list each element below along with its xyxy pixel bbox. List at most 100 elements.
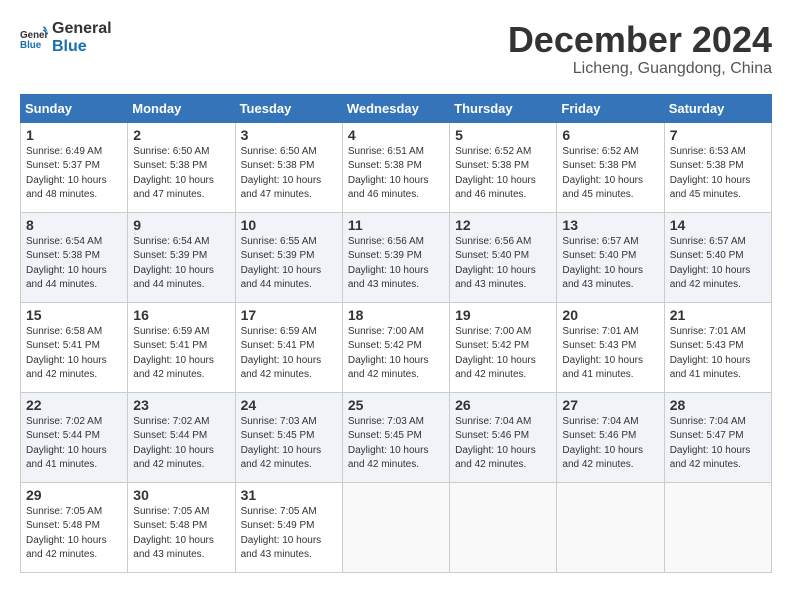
day-info: Sunrise: 6:57 AM Sunset: 5:40 PM Dayligh… xyxy=(670,235,766,293)
day-number: 19 xyxy=(455,307,551,323)
day-number: 7 xyxy=(670,127,766,143)
calendar-cell: 3Sunrise: 6:50 AM Sunset: 5:38 PM Daylig… xyxy=(235,122,342,212)
calendar-cell: 25 Sunrise: 7:03 AM Sunset: 5:45 PM Dayli… xyxy=(342,392,449,482)
day-info: Sunrise: 7:03 AM Sunset: 5:45 PM Dayligh… xyxy=(348,415,444,473)
day-info: Sunrise: 6:50 AM Sunset: 5:38 PM Dayligh… xyxy=(241,145,337,203)
day-info: Sunrise: 7:05 AM Sunset: 5:49 PM Dayligh… xyxy=(241,505,337,563)
day-info: Sunrise: 7:03 AM Sunset: 5:45 PM Dayligh… xyxy=(241,415,337,473)
day-number: 9 xyxy=(133,217,229,233)
day-info: Sunrise: 6:59 AM Sunset: 5:41 PM Dayligh… xyxy=(133,325,229,383)
month-title: December 2024 xyxy=(508,20,772,60)
day-number: 4 xyxy=(348,127,444,143)
calendar-cell xyxy=(342,482,449,572)
day-info: Sunrise: 7:01 AM Sunset: 5:43 PM Dayligh… xyxy=(562,325,658,383)
calendar-cell: 11 Sunrise: 6:56 AM Sunset: 5:39 PM Dayli… xyxy=(342,212,449,302)
calendar-cell: 20Sunrise: 7:01 AM Sunset: 5:43 PM Dayli… xyxy=(557,302,664,392)
day-info: Sunrise: 7:04 AM Sunset: 5:46 PM Dayligh… xyxy=(455,415,551,473)
calendar-cell: 16Sunrise: 6:59 AM Sunset: 5:41 PM Dayli… xyxy=(128,302,235,392)
day-number: 24 xyxy=(241,397,337,413)
day-number: 11 xyxy=(348,217,444,233)
col-wednesday: Wednesday xyxy=(342,94,449,122)
logo-icon: General Blue xyxy=(20,24,48,52)
calendar-cell: 10 Sunrise: 6:55 AM Sunset: 5:39 PM Dayli… xyxy=(235,212,342,302)
calendar-week-4: 22 Sunrise: 7:02 AM Sunset: 5:44 PM Dayli… xyxy=(21,392,772,482)
day-info: Sunrise: 6:55 AM Sunset: 5:39 PM Dayligh… xyxy=(241,235,337,293)
day-number: 8 xyxy=(26,217,122,233)
day-info: Sunrise: 7:00 AM Sunset: 5:42 PM Dayligh… xyxy=(455,325,551,383)
calendar-cell xyxy=(557,482,664,572)
day-number: 23 xyxy=(133,397,229,413)
calendar-cell: 15 Sunrise: 6:58 AM Sunset: 5:41 PM Dayli… xyxy=(21,302,128,392)
day-info: Sunrise: 6:52 AM Sunset: 5:38 PM Dayligh… xyxy=(455,145,551,203)
day-info: Sunrise: 7:05 AM Sunset: 5:48 PM Dayligh… xyxy=(133,505,229,563)
day-info: Sunrise: 6:49 AM Sunset: 5:37 PM Dayligh… xyxy=(26,145,122,203)
calendar-cell: 21 Sunrise: 7:01 AM Sunset: 5:43 PM Dayli… xyxy=(664,302,771,392)
day-info: Sunrise: 6:56 AM Sunset: 5:40 PM Dayligh… xyxy=(455,235,551,293)
day-number: 12 xyxy=(455,217,551,233)
day-info: Sunrise: 6:56 AM Sunset: 5:39 PM Dayligh… xyxy=(348,235,444,293)
calendar-cell: 18 Sunrise: 7:00 AM Sunset: 5:42 PM Dayli… xyxy=(342,302,449,392)
day-info: Sunrise: 7:02 AM Sunset: 5:44 PM Dayligh… xyxy=(26,415,122,473)
day-number: 21 xyxy=(670,307,766,323)
day-number: 17 xyxy=(241,307,337,323)
day-info: Sunrise: 6:54 AM Sunset: 5:39 PM Dayligh… xyxy=(133,235,229,293)
calendar-cell: 2 Sunrise: 6:50 AM Sunset: 5:38 PM Daylig… xyxy=(128,122,235,212)
day-info: Sunrise: 7:05 AM Sunset: 5:48 PM Dayligh… xyxy=(26,505,122,563)
col-friday: Friday xyxy=(557,94,664,122)
calendar-cell: 29 Sunrise: 7:05 AM Sunset: 5:48 PM Dayli… xyxy=(21,482,128,572)
calendar-cell: 22 Sunrise: 7:02 AM Sunset: 5:44 PM Dayli… xyxy=(21,392,128,482)
day-number: 26 xyxy=(455,397,551,413)
day-number: 15 xyxy=(26,307,122,323)
day-number: 22 xyxy=(26,397,122,413)
day-number: 29 xyxy=(26,487,122,503)
day-number: 25 xyxy=(348,397,444,413)
calendar-cell xyxy=(664,482,771,572)
col-sunday: Sunday xyxy=(21,94,128,122)
calendar-header-row: Sunday Monday Tuesday Wednesday Thursday… xyxy=(21,94,772,122)
day-info: Sunrise: 6:59 AM Sunset: 5:41 PM Dayligh… xyxy=(241,325,337,383)
calendar-cell: 24 Sunrise: 7:03 AM Sunset: 5:45 PM Dayli… xyxy=(235,392,342,482)
calendar-cell: 13Sunrise: 6:57 AM Sunset: 5:40 PM Dayli… xyxy=(557,212,664,302)
col-thursday: Thursday xyxy=(450,94,557,122)
logo-line1: General xyxy=(52,20,112,38)
day-info: Sunrise: 7:04 AM Sunset: 5:47 PM Dayligh… xyxy=(670,415,766,473)
day-info: Sunrise: 6:52 AM Sunset: 5:38 PM Dayligh… xyxy=(562,145,658,203)
calendar-cell: 31Sunrise: 7:05 AM Sunset: 5:49 PM Dayli… xyxy=(235,482,342,572)
day-number: 2 xyxy=(133,127,229,143)
day-number: 14 xyxy=(670,217,766,233)
day-number: 27 xyxy=(562,397,658,413)
day-number: 28 xyxy=(670,397,766,413)
calendar-cell: 1Sunrise: 6:49 AM Sunset: 5:37 PM Daylig… xyxy=(21,122,128,212)
day-info: Sunrise: 6:53 AM Sunset: 5:38 PM Dayligh… xyxy=(670,145,766,203)
calendar-cell: 27 Sunrise: 7:04 AM Sunset: 5:46 PM Dayli… xyxy=(557,392,664,482)
svg-text:Blue: Blue xyxy=(20,39,42,50)
day-number: 30 xyxy=(133,487,229,503)
calendar-cell: 26 Sunrise: 7:04 AM Sunset: 5:46 PM Dayli… xyxy=(450,392,557,482)
calendar-cell xyxy=(450,482,557,572)
calendar-cell: 9 Sunrise: 6:54 AM Sunset: 5:39 PM Daylig… xyxy=(128,212,235,302)
calendar-cell: 30 Sunrise: 7:05 AM Sunset: 5:48 PM Dayli… xyxy=(128,482,235,572)
day-number: 5 xyxy=(455,127,551,143)
day-info: Sunrise: 7:02 AM Sunset: 5:44 PM Dayligh… xyxy=(133,415,229,473)
day-info: Sunrise: 7:04 AM Sunset: 5:46 PM Dayligh… xyxy=(562,415,658,473)
day-info: Sunrise: 6:54 AM Sunset: 5:38 PM Dayligh… xyxy=(26,235,122,293)
calendar-cell: 8 Sunrise: 6:54 AM Sunset: 5:38 PM Daylig… xyxy=(21,212,128,302)
calendar-cell: 5 Sunrise: 6:52 AM Sunset: 5:38 PM Daylig… xyxy=(450,122,557,212)
calendar-week-5: 29 Sunrise: 7:05 AM Sunset: 5:48 PM Dayli… xyxy=(21,482,772,572)
calendar-cell: 6Sunrise: 6:52 AM Sunset: 5:38 PM Daylig… xyxy=(557,122,664,212)
calendar-cell: 14 Sunrise: 6:57 AM Sunset: 5:40 PM Dayli… xyxy=(664,212,771,302)
day-info: Sunrise: 6:57 AM Sunset: 5:40 PM Dayligh… xyxy=(562,235,658,293)
day-info: Sunrise: 6:50 AM Sunset: 5:38 PM Dayligh… xyxy=(133,145,229,203)
day-number: 10 xyxy=(241,217,337,233)
calendar-cell: 4Sunrise: 6:51 AM Sunset: 5:38 PM Daylig… xyxy=(342,122,449,212)
title-block: December 2024 Licheng, Guangdong, China xyxy=(508,20,772,78)
calendar: Sunday Monday Tuesday Wednesday Thursday… xyxy=(20,94,772,573)
calendar-cell: 7 Sunrise: 6:53 AM Sunset: 5:38 PM Daylig… xyxy=(664,122,771,212)
day-info: Sunrise: 6:58 AM Sunset: 5:41 PM Dayligh… xyxy=(26,325,122,383)
day-info: Sunrise: 7:01 AM Sunset: 5:43 PM Dayligh… xyxy=(670,325,766,383)
col-monday: Monday xyxy=(128,94,235,122)
day-info: Sunrise: 7:00 AM Sunset: 5:42 PM Dayligh… xyxy=(348,325,444,383)
calendar-cell: 17 Sunrise: 6:59 AM Sunset: 5:41 PM Dayli… xyxy=(235,302,342,392)
calendar-cell: 12 Sunrise: 6:56 AM Sunset: 5:40 PM Dayli… xyxy=(450,212,557,302)
day-number: 18 xyxy=(348,307,444,323)
